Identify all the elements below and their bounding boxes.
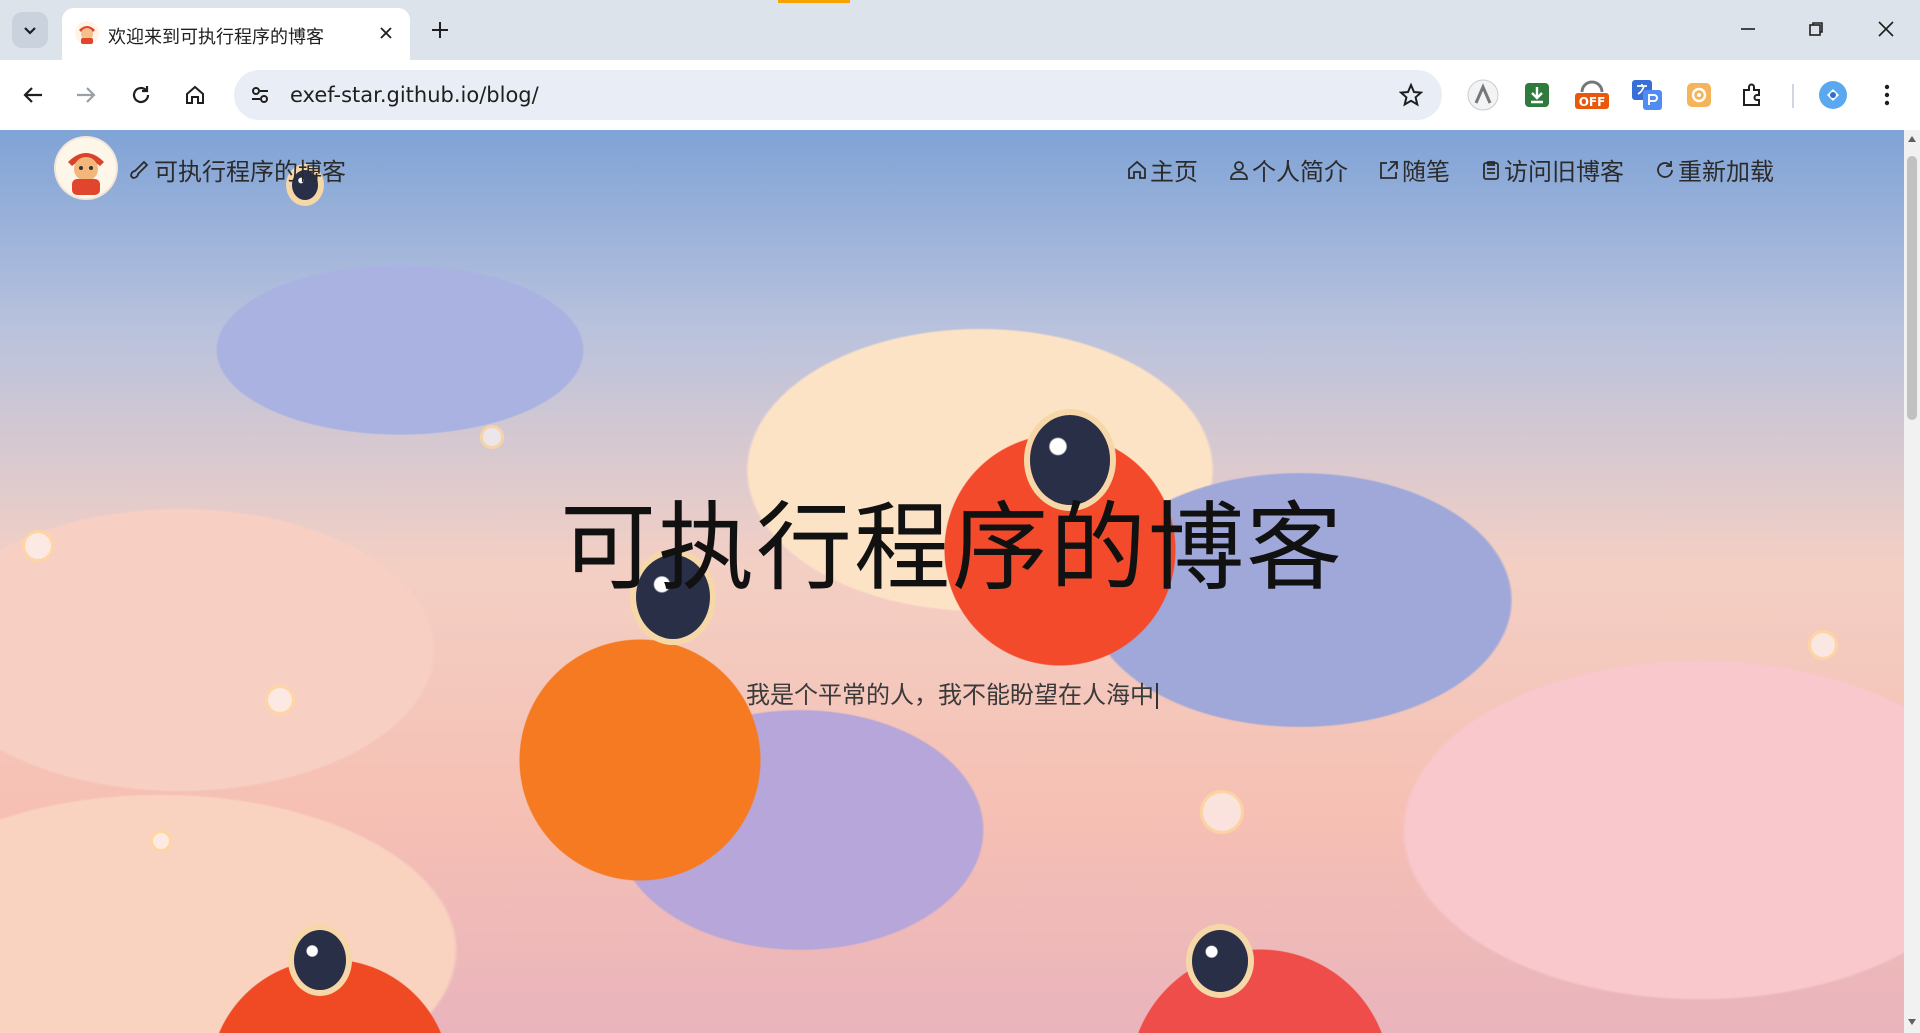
nav-essays-label: 随笔 bbox=[1402, 158, 1450, 186]
close-icon bbox=[380, 27, 392, 39]
off-badge-icon: OFF bbox=[1575, 80, 1609, 109]
tab-strip: 欢迎来到可执行程序的博客 bbox=[0, 0, 1920, 60]
active-tab[interactable]: 欢迎来到可执行程序的博客 bbox=[62, 8, 410, 60]
brush-icon bbox=[130, 160, 149, 179]
bookmark-button[interactable] bbox=[1394, 78, 1428, 112]
chrome-menu-button[interactable] bbox=[1870, 78, 1904, 112]
page-scrollbar[interactable] bbox=[1904, 130, 1920, 1033]
koi-eye-decoration bbox=[294, 930, 346, 990]
off-badge-label: OFF bbox=[1579, 95, 1606, 109]
site-navbar: 可执行程序的博客 主页 个人简介 随笔 访问旧博客 重新加载 bbox=[0, 130, 1904, 200]
tab-search-button[interactable] bbox=[12, 12, 48, 48]
koi-eye-decoration bbox=[1192, 930, 1248, 992]
ad-blocker-off-button[interactable]: OFF bbox=[1572, 78, 1612, 112]
bubble-decoration bbox=[480, 425, 504, 449]
scrollbar-thumb[interactable] bbox=[1907, 156, 1917, 420]
nav-home-label: 主页 bbox=[1150, 158, 1198, 186]
tab-strip-accent bbox=[778, 0, 850, 3]
arrow-right-icon bbox=[77, 87, 96, 103]
home-icon bbox=[186, 85, 204, 104]
immersive-translate-icon[interactable] bbox=[1466, 78, 1500, 112]
restore-button[interactable] bbox=[1788, 6, 1844, 52]
star-icon bbox=[1399, 83, 1423, 107]
nav-essays[interactable]: 随笔 bbox=[1378, 152, 1450, 187]
extension-a-icon bbox=[1467, 79, 1499, 111]
minimize-button[interactable] bbox=[1720, 6, 1776, 52]
download-extension-button[interactable] bbox=[1520, 78, 1554, 112]
download-icon bbox=[1525, 83, 1549, 107]
close-icon bbox=[1878, 21, 1894, 37]
scroll-down-arrow[interactable] bbox=[1908, 1019, 1916, 1025]
back-button[interactable] bbox=[11, 73, 55, 117]
bubble-decoration bbox=[1200, 790, 1244, 834]
scroll-up-arrow[interactable] bbox=[1908, 136, 1916, 142]
forward-button[interactable] bbox=[64, 73, 108, 117]
page-viewport: 可执行程序的博客 主页 个人简介 随笔 访问旧博客 重新加载 可执行程序的博客 … bbox=[0, 130, 1904, 1033]
translate-icon bbox=[1632, 80, 1662, 110]
site-info-button[interactable] bbox=[242, 77, 278, 113]
restore-icon bbox=[1809, 22, 1823, 36]
arrow-left-icon bbox=[23, 87, 42, 103]
nav-old-blog[interactable]: 访问旧博客 bbox=[1480, 152, 1624, 187]
avatar[interactable] bbox=[56, 138, 116, 198]
toolbar-divider bbox=[1792, 84, 1794, 108]
reload-icon bbox=[1657, 160, 1673, 178]
site-brand[interactable]: 可执行程序的博客 bbox=[130, 152, 346, 187]
user-icon bbox=[1230, 160, 1248, 180]
new-tab-button[interactable] bbox=[422, 12, 458, 48]
nav-home[interactable]: 主页 bbox=[1126, 152, 1198, 187]
hero-subtitle: 我是个平常的人，我不能盼望在人海中 bbox=[0, 675, 1904, 710]
home-button[interactable] bbox=[173, 73, 217, 117]
screenshot-extension-button[interactable] bbox=[1682, 78, 1716, 112]
screenshot-icon bbox=[1687, 83, 1711, 107]
bubble-decoration bbox=[150, 830, 172, 852]
translate-extension-button[interactable] bbox=[1630, 78, 1664, 112]
nav-reload-label: 重新加载 bbox=[1678, 158, 1774, 186]
avatar-character-icon bbox=[56, 138, 116, 198]
url-text[interactable]: exef-star.github.io/blog/ bbox=[290, 83, 539, 107]
tab-title: 欢迎来到可执行程序的博客 bbox=[108, 27, 324, 48]
nav-profile[interactable]: 个人简介 bbox=[1228, 152, 1348, 187]
profile-icon bbox=[1819, 81, 1847, 109]
reload-button[interactable] bbox=[119, 73, 163, 117]
site-favicon-icon bbox=[75, 21, 99, 45]
typing-cursor bbox=[1156, 683, 1158, 709]
minimize-icon bbox=[1741, 28, 1755, 30]
tab-close-button[interactable] bbox=[374, 21, 398, 45]
hero-title: 可执行程序的博客 bbox=[560, 492, 1344, 604]
nav-old-blog-label: 访问旧博客 bbox=[1504, 158, 1624, 186]
close-window-button[interactable] bbox=[1858, 6, 1914, 52]
puzzle-extensions-icon bbox=[1743, 83, 1760, 106]
tune-icon bbox=[252, 87, 268, 103]
clipboard-icon bbox=[1483, 160, 1499, 180]
extensions-button[interactable] bbox=[1736, 78, 1770, 112]
profile-button[interactable] bbox=[1816, 78, 1850, 112]
plus-icon bbox=[432, 22, 448, 38]
hero-subtitle-text: 我是个平常的人，我不能盼望在人海中 bbox=[746, 681, 1154, 709]
site-brand-label: 可执行程序的博客 bbox=[154, 158, 346, 186]
nav-reload[interactable]: 重新加载 bbox=[1654, 152, 1774, 187]
chevron-down-icon bbox=[24, 27, 36, 35]
external-link-icon bbox=[1380, 160, 1398, 179]
reload-icon bbox=[132, 86, 150, 104]
address-bar[interactable]: exef-star.github.io/blog/ bbox=[234, 70, 1442, 120]
browser-toolbar: exef-star.github.io/blog/ OFF bbox=[0, 60, 1920, 130]
home-icon bbox=[1128, 160, 1146, 179]
more-menu-icon bbox=[1884, 84, 1890, 106]
nav-profile-label: 个人简介 bbox=[1252, 158, 1348, 186]
bubble-decoration bbox=[1808, 630, 1838, 660]
